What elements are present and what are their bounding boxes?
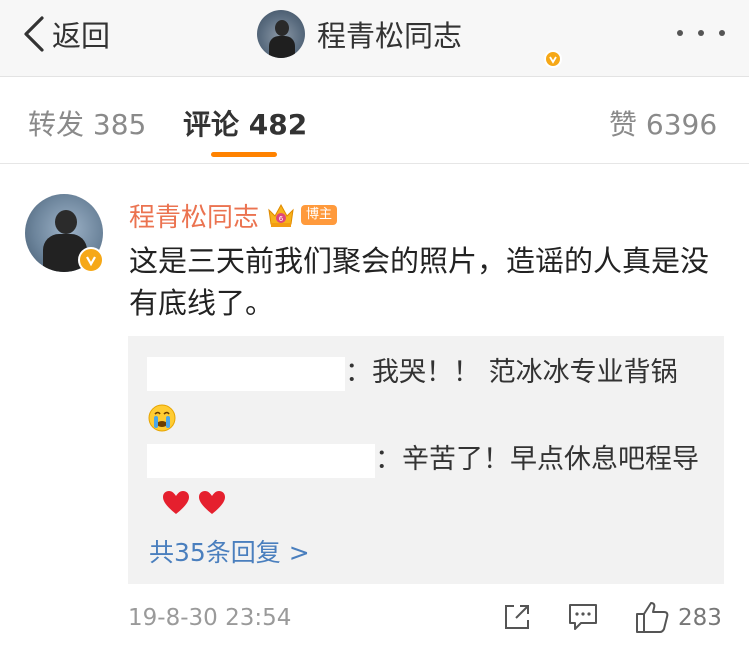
host-badge: 博主 [301, 205, 338, 225]
timestamp: 19-8-30 23:54 [128, 605, 292, 631]
crying-face-icon [148, 404, 176, 431]
comment-text: 这是三天前我们聚会的照片，造谣的人真是没有底线了。 [129, 244, 710, 320]
comment-footer: 19-8-30 23:54 283 [128, 600, 724, 640]
verified-badge-icon [78, 247, 104, 273]
dot-icon [698, 30, 704, 36]
like-count: 283 [678, 605, 722, 631]
chevron-left-icon [24, 16, 44, 52]
redacted-username [147, 443, 375, 478]
share-icon[interactable] [502, 602, 532, 632]
svg-text:6: 6 [279, 215, 284, 223]
back-label: 返回 [52, 19, 111, 53]
more-replies-link[interactable]: 共35条回复 > [149, 533, 310, 569]
replies-box[interactable]: ：我哭！！ 范冰冰专业背锅 ：辛苦了！早点休息吧程导 共35条回复 > [128, 336, 724, 584]
redacted-username [147, 356, 345, 391]
tab-comments[interactable]: 评论 482 [183, 103, 307, 143]
title-text: 程青松同志 [317, 19, 463, 53]
dot-icon [677, 30, 683, 36]
tab-likes[interactable]: 赞 6396 [609, 103, 717, 143]
reply-text: ：我哭！！ 范冰冰专业背锅 [345, 357, 678, 388]
back-button[interactable]: 返回 [22, 12, 110, 56]
tab-bar: 转发 385 评论 482 赞 6396 [0, 77, 749, 164]
comment-icon[interactable] [567, 602, 599, 632]
comment-author-name[interactable]: 程青松同志 [129, 197, 259, 234]
heart-icon [199, 490, 226, 514]
more-options-button[interactable] [677, 26, 725, 40]
page-title[interactable]: 程青松同志 [257, 9, 562, 68]
dot-icon [719, 30, 725, 36]
reply-item[interactable]: ：辛苦了！早点休息吧程导 [147, 439, 707, 523]
top-nav-bar: 返回 程青松同志 [0, 0, 749, 77]
heart-icon [162, 490, 189, 514]
like-icon[interactable] [634, 600, 670, 634]
verified-badge-icon [544, 50, 562, 68]
comment-author-row: 程青松同志 6 博主 [129, 197, 338, 234]
avatar [257, 10, 305, 58]
crown-icon: 6 [268, 203, 294, 227]
active-tab-indicator [211, 152, 277, 157]
tab-reposts[interactable]: 转发 385 [28, 103, 146, 143]
reply-text: ：辛苦了！早点休息吧程导 [375, 444, 699, 475]
reply-item[interactable]: ：我哭！！ 范冰冰专业背锅 [147, 352, 707, 432]
